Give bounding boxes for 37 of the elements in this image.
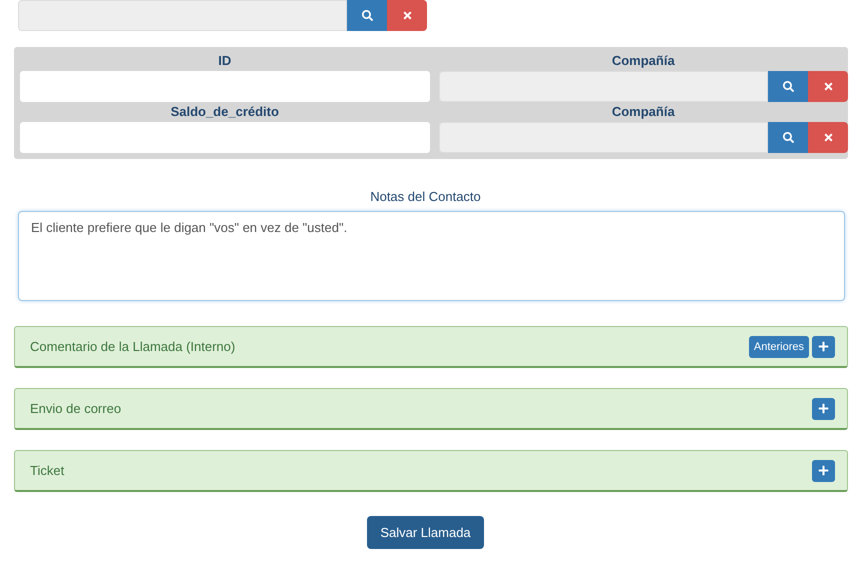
- input-field[interactable]: [20, 71, 430, 102]
- field-label: Compañía: [610, 52, 676, 70]
- field-label: Compañía: [610, 103, 676, 121]
- add-button[interactable]: [812, 398, 835, 420]
- history-button[interactable]: Anteriores: [748, 336, 809, 358]
- search-button[interactable]: [768, 71, 808, 102]
- lookup-field[interactable]: [18, 0, 347, 31]
- clear-button[interactable]: [387, 0, 427, 31]
- search-button[interactable]: [347, 0, 387, 31]
- notes-label: Notas del Contacto: [369, 188, 482, 206]
- plus-icon: [818, 465, 829, 476]
- section-title: Comentario de la Llamada (Interno): [30, 339, 236, 354]
- clear-button[interactable]: [808, 122, 848, 153]
- clear-button[interactable]: [808, 71, 848, 102]
- search-icon: [782, 132, 794, 143]
- notes-field[interactable]: El cliente prefiere que le digan "vos" en vez de "usted".: [18, 211, 845, 301]
- section-title: Ticket: [30, 463, 66, 478]
- input-field[interactable]: [20, 122, 430, 153]
- save-button[interactable]: Salvar Llamada: [367, 516, 484, 549]
- search-button[interactable]: [768, 122, 808, 153]
- plus-icon: [818, 341, 829, 352]
- plus-icon: [818, 403, 829, 414]
- field-label: Saldo_de_crédito: [170, 103, 280, 121]
- section-header[interactable]: Envio de correo: [14, 388, 848, 430]
- search-icon: [782, 81, 794, 92]
- add-button[interactable]: [812, 460, 835, 482]
- close-icon: [822, 81, 834, 92]
- close-icon: [402, 10, 412, 21]
- lookup-field[interactable]: [438, 122, 768, 153]
- add-button[interactable]: [812, 336, 835, 358]
- section-header[interactable]: Ticket: [14, 450, 848, 492]
- close-icon: [822, 132, 834, 143]
- field-label: ID: [217, 52, 232, 70]
- search-icon: [362, 10, 372, 21]
- section-header[interactable]: Comentario de la Llamada (Interno) Anteriores: [14, 326, 848, 368]
- lookup-field[interactable]: [438, 71, 768, 102]
- section-title: Envio de correo: [30, 401, 122, 416]
